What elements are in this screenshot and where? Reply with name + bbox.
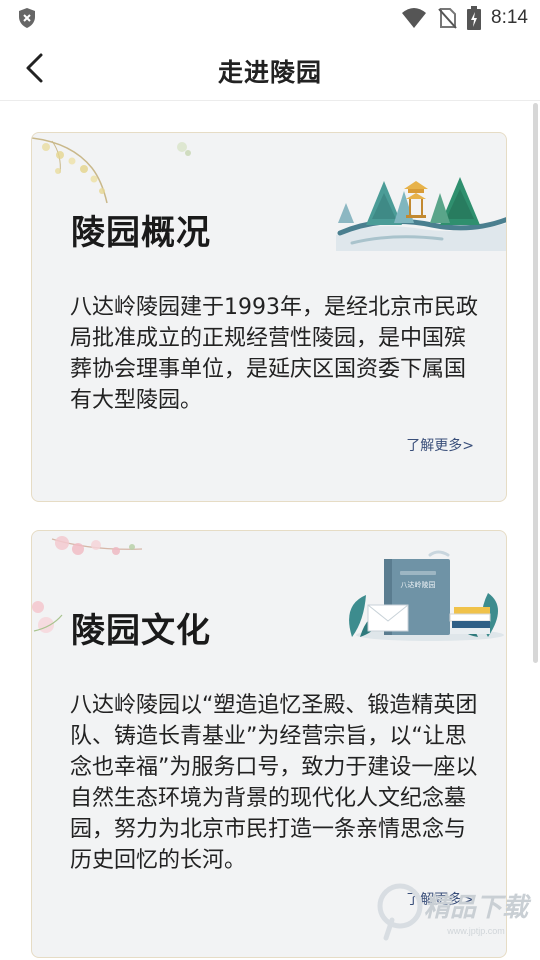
shield-icon [19,8,35,28]
card-title: 陵园文化 [71,611,211,651]
card-title: 陵园概况 [71,213,211,253]
battery-charging-icon [467,6,482,30]
wifi-icon [402,8,427,28]
card-description: 八达岭陵园以“塑造追忆圣殿、锻造精英团队、铸造长青基业”为经营宗旨，以“让思念也… [70,693,478,873]
no-sim-icon [438,8,457,29]
book-cover-text: 八达岭陵园 [401,580,436,589]
scrollbar[interactable] [533,103,538,663]
learn-more-link[interactable]: 了解更多> [406,435,474,455]
blossom-branch-decoration [32,137,191,204]
watermark-url: www.jptjp.com [446,926,505,936]
watermark-logo: 精品下载 www.jptjp.com [376,876,536,950]
card-cemetery-overview[interactable]: 陵园概况 八达岭陵园建于1993年，是经北京市民政局批准成立的正规经营性陵园，是… [31,132,507,502]
content-scroll-area[interactable]: 陵园概况 八达岭陵园建于1993年，是经北京市民政局批准成立的正规经营性陵园，是… [0,101,540,960]
pavilion-pine-trees-illustration [336,177,506,251]
status-time: 8:14 [491,7,528,28]
card-description: 八达岭陵园建于1993年，是经北京市民政局批准成立的正规经营性陵园，是中国殡葬协… [70,295,478,413]
status-bar: 8:14 [0,0,540,36]
page-title: 走进陵园 [217,58,322,87]
app-header: 走进陵园 [0,36,540,101]
books-and-letters-illustration: 八达岭陵园 [349,550,504,641]
watermark-text: 精品下载 [424,893,532,923]
